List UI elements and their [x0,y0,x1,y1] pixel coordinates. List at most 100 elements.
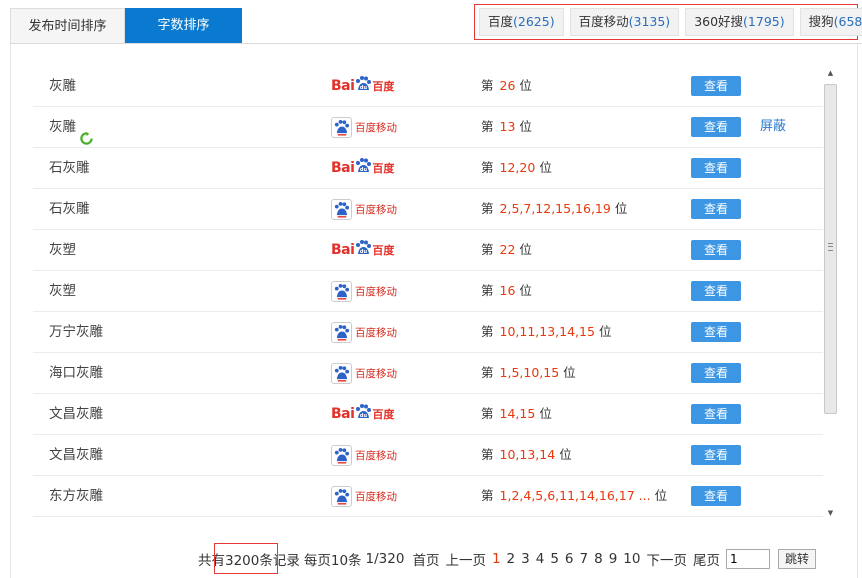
keyword-cell: 万宁灰雕 [49,312,103,352]
baidu-mobile-text: 百度移动 [355,285,397,298]
baidu-logo: Bai du 百度 [331,403,394,425]
view-button[interactable]: 查看 [691,76,741,96]
rank-cell: 第 16 位 [481,271,532,311]
per-page: 每页10条 [303,553,362,569]
rank-suffix: 位 [614,201,628,216]
baidu-paw-icon: du [354,157,372,179]
page-number-link[interactable]: 5 [550,551,559,567]
view-button[interactable]: 查看 [691,322,741,342]
refresh-icon[interactable] [80,121,93,145]
baidu-mobile-logo: 百度移动 [331,321,397,343]
baidu-mobile-logo: 百度移动 [331,198,397,220]
next-page-link[interactable]: 下一页 [646,549,687,569]
rank-suffix: 位 [519,119,532,134]
engine-count: (1795) [743,14,785,29]
ranking-list: 灰雕 Bai du 百度第 26 位查看 灰雕 百度移动第 13 位查看 屏蔽 石灰雕 Bai du 百度第… [33,66,823,517]
engine-logo-cell: 百度移动 [331,320,397,344]
engine-logo-cell: 百度移动 [331,443,397,467]
engine-logo-cell: Bai du 百度 [331,156,394,180]
engine-logo-cell: 百度移动 [331,484,397,508]
page-number-input[interactable] [725,549,770,569]
rank-positions: 12,20 [499,160,536,175]
total-records-highlight [214,543,278,574]
baidu-mobile-logo: 百度移动 [331,444,397,466]
rank-prefix: 第 [481,488,494,503]
page-number-link[interactable]: 8 [594,551,603,567]
first-page-link[interactable]: 首页 [412,549,439,569]
baidu-mobile-icon [331,116,352,138]
block-link[interactable]: 屏蔽 [760,107,786,147]
engine-name: 360好搜 [694,14,744,29]
page-number-link[interactable]: 6 [565,551,574,567]
rank-suffix: 位 [519,78,532,93]
keyword-text: 灰雕 [49,119,76,135]
rank-prefix: 第 [481,119,494,134]
engine-filter-baidu-mobile[interactable]: 百度移动(3135) [569,8,680,36]
rank-positions: 2,5,7,12,15,16,19 [499,201,611,216]
table-row: 东方灰雕 百度移动 第 1,2,4,5,6,11,14,16,17 ... 位 查看 [33,476,823,517]
scroll-down-arrow-icon[interactable]: ▼ [823,506,838,520]
page-number-link[interactable]: 10 [623,551,640,567]
tab-publish-time-sort[interactable]: 发布时间排序 [10,8,125,44]
rank-prefix: 第 [481,283,494,298]
rank-cell: 第 1,2,4,5,6,11,14,16,17 ... 位 [481,476,667,516]
page-number-link[interactable]: 7 [580,551,589,567]
keyword-cell: 文昌灰雕 [49,394,103,434]
view-button[interactable]: 查看 [691,117,741,137]
view-button[interactable]: 查看 [691,445,741,465]
baidu-mobile-icon [331,280,352,302]
jump-button[interactable]: 跳转 [777,549,816,569]
rank-suffix: 位 [519,242,532,257]
baidu-paw-icon: du [354,75,372,97]
view-button[interactable]: 查看 [691,486,741,506]
view-button[interactable]: 查看 [691,404,741,424]
scroll-up-arrow-icon[interactable]: ▲ [823,66,838,80]
keyword-cell: 海口灰雕 [49,353,103,393]
view-button[interactable]: 查看 [691,281,741,301]
keyword-text: 石灰雕 [49,201,90,217]
engine-name: 百度移动 [578,14,629,29]
baidu-mobile-icon [331,362,352,384]
page-number-link[interactable]: 4 [536,551,545,567]
page-number-link[interactable]: 2 [507,551,516,567]
view-button[interactable]: 查看 [691,158,741,178]
baidu-paw-icon: du [354,239,372,261]
view-button[interactable]: 查看 [691,363,741,383]
baidu-mobile-text: 百度移动 [355,367,397,380]
keyword-text: 灰塑 [49,242,76,258]
keyword-text: 文昌灰雕 [49,406,103,422]
view-button[interactable]: 查看 [691,199,741,219]
rank-prefix: 第 [481,324,494,339]
scroll-thumb[interactable] [824,84,837,414]
engine-count: (658) [833,14,862,29]
engine-filter-baidu[interactable]: 百度(2625) [479,8,564,36]
page-numbers: 1 2 3 4 5 6 7 8 9 10 [492,551,647,567]
prev-page-link[interactable]: 上一页 [445,549,486,569]
baidu-logo-du: 百度 [372,80,395,93]
keyword-text: 文昌灰雕 [49,447,103,463]
grip-icon [828,243,833,251]
page-number-link[interactable]: 9 [609,551,618,567]
rank-prefix: 第 [481,160,494,175]
rank-cell: 第 10,13,14 位 [481,435,572,475]
keyword-text: 海口灰雕 [49,365,103,381]
results-panel: 灰雕 Bai du 百度第 26 位查看 灰雕 百度移动第 13 位查看 屏蔽 石灰雕 Bai du 百度第… [10,44,858,578]
baidu-logo-du: 百度 [372,408,395,421]
scrollbar[interactable]: ▲ ▼ [823,66,838,520]
keyword-cell: 文昌灰雕 [49,435,103,475]
keyword-cell: 石灰雕 [49,148,90,188]
rank-positions: 22 [499,242,516,257]
engine-logo-cell: 百度移动 [331,197,397,221]
table-row: 石灰雕 百度移动 第 2,5,7,12,15,16,19 位 查看 [33,189,823,230]
table-row: 灰塑 百度移动 第 16 位 查看 [33,271,823,312]
engine-filter-360[interactable]: 360好搜(1795) [685,8,794,36]
rank-suffix: 位 [598,324,612,339]
page-number-link[interactable]: 1 [492,551,501,567]
last-page-link[interactable]: 尾页 [693,549,720,569]
baidu-mobile-text: 百度移动 [355,121,397,134]
rank-suffix: 位 [654,488,668,503]
tab-word-count-sort[interactable]: 字数排序 [125,8,242,44]
page-number-link[interactable]: 3 [521,551,530,567]
view-button[interactable]: 查看 [691,240,741,260]
engine-filter-sogou[interactable]: 搜狗(658) [799,8,862,36]
